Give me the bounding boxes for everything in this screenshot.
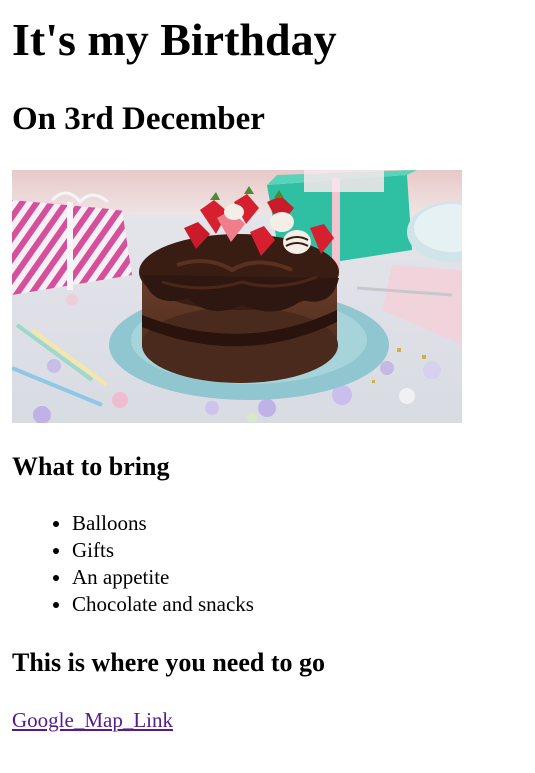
what-to-bring-heading: What to bring: [12, 452, 170, 481]
list-item: Gifts: [72, 537, 254, 564]
bring-list: Balloons Gifts An appetite Chocolate and…: [12, 510, 254, 618]
list-item: Balloons: [72, 510, 254, 537]
birthday-cake-image: [12, 170, 462, 423]
where-to-go-heading: This is where you need to go: [12, 648, 325, 677]
google-map-link[interactable]: Google_Map_Link: [12, 706, 173, 734]
list-item: Chocolate and snacks: [72, 591, 254, 618]
list-item: An appetite: [72, 564, 254, 591]
date-subtitle: On 3rd December: [12, 101, 265, 137]
page-title: It's my Birthday: [12, 14, 337, 65]
